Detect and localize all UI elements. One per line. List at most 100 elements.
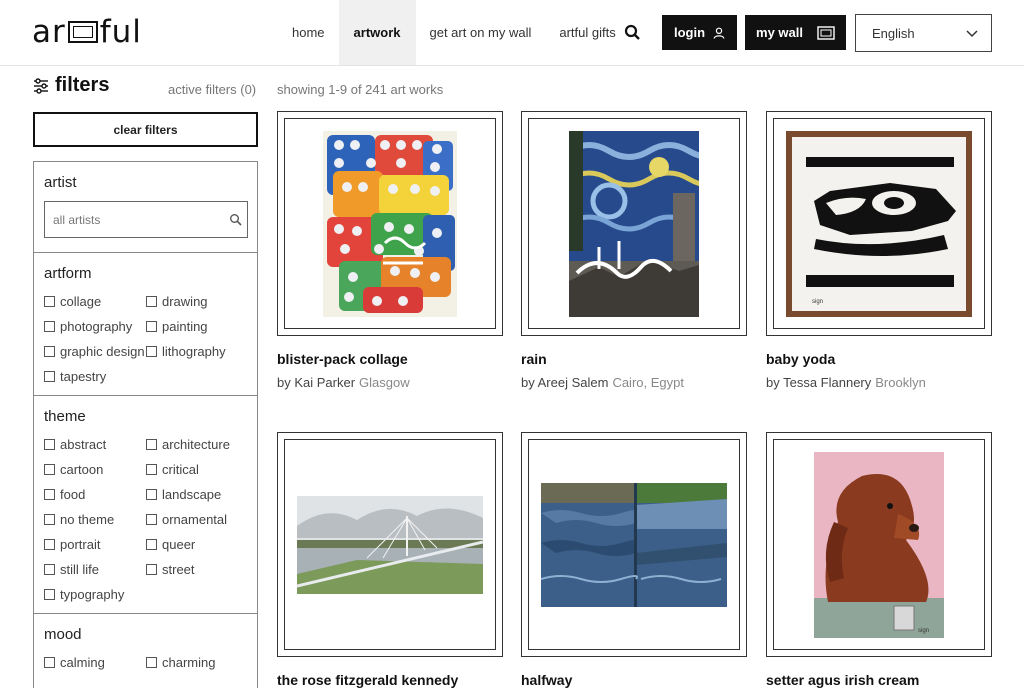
artwork-card[interactable]: the rose fitzgerald kennedy — [277, 432, 503, 688]
login-button[interactable]: login — [662, 15, 737, 50]
checkbox[interactable] — [44, 588, 55, 600]
filter-option-street[interactable]: street — [146, 560, 256, 578]
filters-heading: filters — [33, 74, 109, 97]
filter-option-food[interactable]: food — [44, 485, 146, 503]
filter-option-queer[interactable]: queer — [146, 535, 256, 553]
mood-section-title: mood — [44, 626, 82, 643]
checkbox[interactable] — [146, 656, 157, 668]
logo-text-left: ar — [32, 14, 66, 50]
artwork-card[interactable]: halfway — [521, 432, 747, 688]
checkbox[interactable] — [146, 463, 157, 475]
search-icon[interactable] — [229, 213, 242, 226]
checkbox[interactable] — [44, 320, 55, 332]
checkbox[interactable] — [44, 295, 55, 307]
filter-option-lithography[interactable]: lithography — [146, 342, 256, 360]
artwork-frame[interactable] — [521, 111, 747, 336]
checkbox[interactable] — [44, 563, 55, 575]
clear-filters-button[interactable]: clear filters — [33, 112, 258, 147]
nav-home[interactable]: home — [278, 0, 339, 65]
option-label: still life — [60, 561, 100, 577]
artist-section: artist all artists — [34, 162, 257, 253]
filter-option-drawing[interactable]: drawing — [146, 292, 256, 310]
filter-option-abstract[interactable]: abstract — [44, 435, 146, 453]
checkbox[interactable] — [146, 538, 157, 550]
checkbox[interactable] — [44, 370, 55, 382]
artist-search-placeholder: all artists — [53, 212, 101, 227]
language-value: English — [872, 25, 915, 41]
filter-option-critical[interactable]: critical — [146, 460, 256, 478]
artwork-title[interactable]: blister-pack collage — [277, 351, 503, 367]
filter-option-photography[interactable]: photography — [44, 317, 146, 335]
checkbox[interactable] — [146, 295, 157, 307]
my-wall-button[interactable]: my wall — [745, 15, 846, 50]
artist-search-input[interactable]: all artists — [44, 201, 248, 238]
checkbox[interactable] — [146, 438, 157, 450]
artwork-frame[interactable]: sign — [766, 111, 992, 336]
filter-option-collage[interactable]: collage — [44, 292, 146, 310]
nav-artful-gifts[interactable]: artful gifts — [545, 0, 629, 65]
filter-option-still-life[interactable]: still life — [44, 560, 146, 578]
artwork-card[interactable]: sign setter agus irish cream — [766, 432, 992, 688]
option-label: ornamental — [162, 511, 228, 527]
artwork-title[interactable]: the rose fitzgerald kennedy — [277, 672, 503, 688]
filter-option-portrait[interactable]: portrait — [44, 535, 146, 553]
checkbox[interactable] — [44, 513, 55, 525]
option-label: street — [162, 561, 195, 577]
filter-option-cartoon[interactable]: cartoon — [44, 460, 146, 478]
artwork-title[interactable]: setter agus irish cream — [766, 672, 992, 688]
filter-option-charming[interactable]: charming — [146, 653, 256, 671]
nav-artwork[interactable]: artwork — [338, 0, 416, 65]
filter-option-ornamental[interactable]: ornamental — [146, 510, 256, 528]
artwork-card[interactable]: sign baby yoda by Tessa Flannery Brooklyn — [766, 111, 992, 390]
artist-city: Cairo, Egypt — [612, 375, 684, 390]
checkbox[interactable] — [44, 488, 55, 500]
active-filters-count[interactable]: active filters (0) — [168, 82, 256, 97]
filter-option-no-theme[interactable]: no theme — [44, 510, 146, 528]
option-label: charming — [162, 654, 216, 670]
checkbox[interactable] — [146, 320, 157, 332]
main-nav: home artwork get art on my wall artful g… — [278, 0, 630, 65]
logo-text-right: ful — [99, 14, 142, 50]
user-icon — [713, 27, 725, 39]
filter-option-graphic-design[interactable]: graphic design — [44, 342, 146, 360]
filters-title: filters — [55, 74, 110, 96]
artwork-frame[interactable]: sign — [766, 432, 992, 657]
artful-logo[interactable]: ar ful — [32, 14, 142, 50]
checkbox[interactable] — [146, 563, 157, 575]
checkbox[interactable] — [44, 463, 55, 475]
nav-get-art-on-my-wall[interactable]: get art on my wall — [416, 0, 546, 65]
artwork-title[interactable]: rain — [521, 351, 747, 367]
checkbox[interactable] — [44, 345, 55, 357]
artwork-frame[interactable] — [521, 432, 747, 657]
artwork-frame[interactable] — [277, 111, 503, 336]
checkbox[interactable] — [44, 538, 55, 550]
filter-option-architecture[interactable]: architecture — [146, 435, 256, 453]
logo-frame-icon — [67, 21, 98, 43]
filter-option-calming[interactable]: calming — [44, 653, 146, 671]
artwork-card[interactable]: blister-pack collage by Kai Parker Glasgo… — [277, 111, 503, 390]
artwork-image — [541, 482, 727, 607]
checkbox[interactable] — [146, 488, 157, 500]
filter-option-tapestry[interactable]: tapestry — [44, 367, 146, 385]
artist-name[interactable]: by Tessa Flannery — [766, 375, 871, 390]
checkbox[interactable] — [146, 513, 157, 525]
artist-name[interactable]: by Areej Salem — [521, 375, 608, 390]
artwork-meta: by Areej Salem Cairo, Egypt — [521, 375, 747, 390]
artwork-card[interactable]: rain by Areej Salem Cairo, Egypt — [521, 111, 747, 390]
artwork-title[interactable]: baby yoda — [766, 351, 992, 367]
filter-option-landscape[interactable]: landscape — [146, 485, 256, 503]
artwork-meta: by Kai Parker Glasgow — [277, 375, 503, 390]
checkbox[interactable] — [44, 438, 55, 450]
option-label: collage — [60, 293, 102, 309]
artist-name[interactable]: by Kai Parker — [277, 375, 355, 390]
checkbox[interactable] — [44, 656, 55, 668]
language-select[interactable]: English — [855, 14, 992, 52]
option-label: queer — [162, 536, 196, 552]
filter-option-painting[interactable]: painting — [146, 317, 256, 335]
filter-option-typography[interactable]: typography — [44, 585, 146, 603]
artwork-title[interactable]: halfway — [521, 672, 747, 688]
artwork-frame[interactable] — [277, 432, 503, 657]
search-icon[interactable] — [622, 22, 644, 44]
checkbox[interactable] — [146, 345, 157, 357]
option-label: calming — [60, 654, 105, 670]
